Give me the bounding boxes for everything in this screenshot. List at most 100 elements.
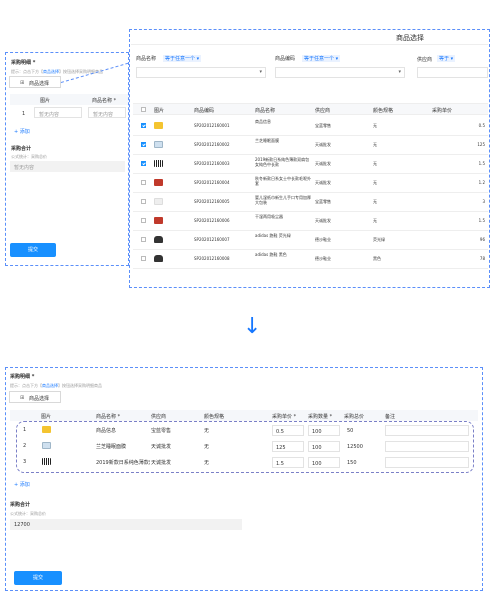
bottom-purchase-detail-label: 采购明细 *: [10, 374, 35, 380]
product-code: SP202012160004: [194, 179, 230, 185]
modal-col-image: 图片: [154, 108, 165, 114]
bottom-col-color: 颜色规格: [204, 414, 225, 420]
modal-row-divider: [133, 135, 488, 136]
modal-col-price: 采购单价: [432, 108, 453, 114]
top-row-index: 1: [22, 111, 26, 117]
product-code: SP202012160005: [194, 198, 230, 204]
product-price: 3: [482, 198, 485, 204]
top-col-image: 图片: [40, 98, 51, 104]
product-color: 无: [373, 198, 377, 204]
modal-col-color: 颜色规格: [373, 108, 394, 114]
bottom-form-panel: [5, 367, 483, 591]
product-name: 2019新款日系纯色薄款双肩包女纯色中长款: [255, 157, 310, 167]
bottom-col-qty: 采购数量 *: [308, 414, 333, 420]
filter-product-code-operator[interactable]: 等于任意一个 ▾: [302, 55, 341, 62]
product-supplier: 德沙鞋业: [315, 255, 331, 261]
top-total-title: 采购合计: [11, 146, 32, 152]
product-color: 无: [373, 217, 377, 223]
row-checkbox[interactable]: [141, 123, 146, 128]
filter-product-code-label: 商品编码: [275, 56, 296, 62]
product-name: 秋冬新款日系女士中长款毛呢外套: [255, 176, 311, 186]
product-thumbnail: [154, 122, 163, 129]
product-supplier: 天诚批发: [315, 160, 331, 166]
product-code: SP202012160007: [194, 236, 230, 242]
product-name: adidas 跑鞋 黑色: [255, 252, 287, 257]
product-thumbnail: [154, 141, 163, 148]
product-code: SP202012160006: [194, 217, 230, 223]
modal-row-divider: [133, 249, 488, 250]
filter-product-name-input[interactable]: ▾: [136, 67, 266, 78]
bottom-table-header: [10, 410, 478, 421]
product-price: 78: [479, 255, 485, 261]
product-supplier: 宝蓝零售: [315, 198, 331, 204]
product-supplier: 天诚批发: [315, 141, 331, 147]
row-checkbox[interactable]: [141, 142, 146, 147]
modal-col-name: 商品名称: [255, 108, 276, 114]
bottom-col-name: 商品名称 *: [96, 414, 121, 420]
list-icon: ⊞: [20, 395, 25, 401]
row-checkbox[interactable]: [141, 256, 146, 261]
product-thumbnail: [154, 217, 163, 224]
row-checkbox[interactable]: [141, 180, 146, 185]
modal-col-code: 商品编码: [194, 108, 215, 114]
modal-row-divider: [133, 173, 488, 174]
row-checkbox[interactable]: [141, 237, 146, 242]
bottom-col-supplier: 供应商: [151, 414, 167, 420]
filter-product-code-input[interactable]: ▾: [275, 67, 405, 78]
top-add-link[interactable]: + 添加: [14, 128, 30, 135]
product-name: 商品信息: [255, 119, 271, 124]
top-name-field[interactable]: 暂无内容: [88, 107, 126, 118]
product-color: 无: [373, 179, 377, 185]
product-color: 无: [373, 141, 377, 147]
product-price: 125: [477, 141, 485, 147]
top-purchase-detail-label: 采购明细 *: [11, 60, 36, 66]
list-icon: ⊞: [20, 80, 25, 86]
filter-supplier-input[interactable]: [417, 67, 488, 78]
product-thumbnail: [154, 160, 163, 167]
bottom-col-price: 采购单价 *: [272, 414, 297, 420]
product-name: 干湿两用吸尘器: [255, 214, 283, 219]
product-color: 无: [373, 160, 377, 166]
modal-row-divider: [133, 211, 488, 212]
bottom-add-link[interactable]: + 添加: [14, 481, 30, 488]
product-thumbnail: [154, 236, 163, 243]
modal-row-divider: [133, 154, 488, 155]
modal-row-divider: [133, 268, 488, 269]
filter-product-name-label: 商品名称: [136, 56, 157, 62]
select-all-checkbox[interactable]: [141, 107, 146, 112]
filter-supplier-operator[interactable]: 等于 ▾: [437, 55, 456, 62]
modal-title: 商品选择: [396, 34, 424, 42]
row-checkbox[interactable]: [141, 161, 146, 166]
bottom-select-button[interactable]: ⊞ 商品选择: [9, 391, 61, 403]
top-formula: 公式统计：采购总价: [11, 154, 47, 159]
top-col-name: 商品名称 *: [92, 98, 117, 104]
product-thumbnail: [154, 255, 163, 262]
modal-col-supplier: 供应商: [315, 108, 331, 114]
product-code: SP202012160001: [194, 122, 230, 128]
bottom-col-image: 图片: [41, 414, 52, 420]
product-price: 1.2: [478, 179, 485, 185]
product-color: 荧光绿: [373, 236, 385, 242]
top-total-field: 暂无内容: [10, 161, 125, 172]
bottom-hint: 提示：点击下方【商品选择】按钮选择采购明细商品: [10, 383, 102, 388]
product-price: 96: [479, 236, 485, 242]
product-code: SP202012160008: [194, 255, 230, 261]
top-submit-button[interactable]: 提交: [10, 243, 56, 257]
modal-row-divider: [133, 192, 488, 193]
top-image-field[interactable]: 暂无内容: [34, 107, 82, 118]
product-name: 婴儿湿纸巾新生儿手口专用加厚大包装: [255, 195, 311, 205]
product-supplier: 天诚批发: [315, 179, 331, 185]
row-checkbox[interactable]: [141, 199, 146, 204]
down-arrow-icon: ↓: [243, 314, 262, 339]
modal-title-divider: [131, 44, 488, 45]
product-supplier: 德沙鞋业: [315, 236, 331, 242]
filter-product-name-operator[interactable]: 等于任意一个 ▾: [163, 55, 202, 62]
top-select-button[interactable]: ⊞ 商品选择: [9, 76, 61, 88]
product-price: 1.5: [478, 217, 485, 223]
bottom-col-total: 采购总价: [344, 414, 365, 420]
row-checkbox[interactable]: [141, 218, 146, 223]
bottom-submit-button[interactable]: 提交: [14, 571, 62, 585]
selected-rows-highlight: [16, 421, 474, 473]
product-code: SP202012160003: [194, 160, 230, 166]
product-price: 0.5: [478, 122, 485, 128]
